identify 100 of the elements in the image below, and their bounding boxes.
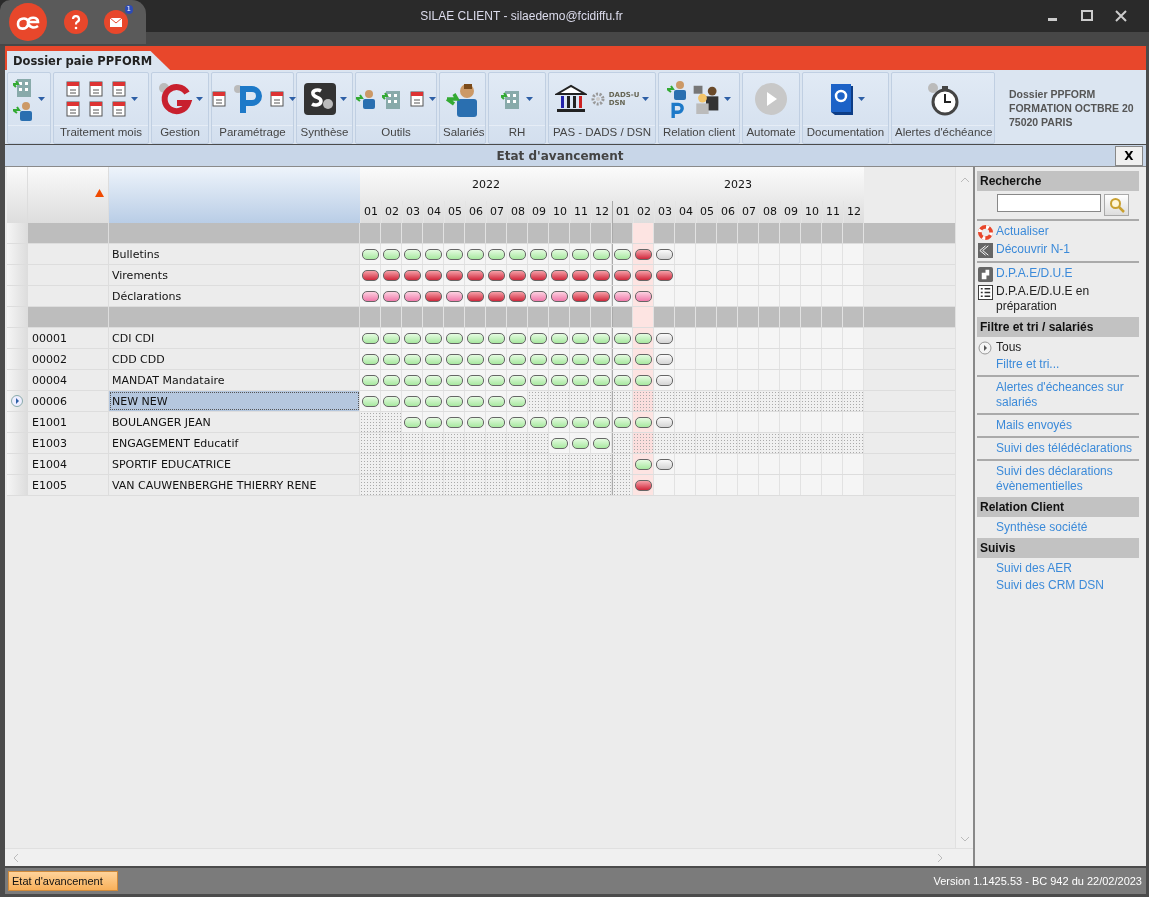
section-header[interactable]: Relation Client	[977, 497, 1139, 517]
gear-logo-icon	[302, 82, 337, 116]
ribbon-group-label: Relation client	[662, 126, 736, 138]
lifebuoy-icon	[977, 225, 993, 240]
ribbon-group[interactable]: Paramétrage	[211, 72, 294, 144]
section-header[interactable]: Recherche	[977, 171, 1139, 191]
ribbon-group-label: Synthèse	[300, 126, 349, 138]
people-icon	[691, 84, 721, 114]
ribbon-group-label: Salariés	[443, 126, 485, 138]
gear-icon	[590, 92, 605, 106]
section-header[interactable]: Suivis	[977, 538, 1139, 558]
ribbon-group[interactable]: Synthèse	[296, 72, 353, 144]
table-cell: 00006	[32, 394, 67, 408]
stopwatch-icon[interactable]	[926, 82, 960, 116]
ribbon-group[interactable]: Gestion	[151, 72, 209, 144]
document-icon	[267, 90, 286, 108]
mail-button[interactable]	[104, 10, 128, 34]
document-icon	[209, 90, 228, 108]
person-icon	[356, 88, 378, 110]
year-header: 2022	[471, 177, 501, 193]
table-cell: E1001	[32, 415, 67, 429]
person-icon	[13, 100, 35, 122]
ribbon-group-label: RH	[508, 126, 526, 138]
window-title: SILAE CLIENT - silaedemo@fcidiffu.fr	[419, 8, 624, 23]
ribbon-group-label: Automate	[746, 126, 796, 138]
caret-icon[interactable]	[857, 97, 865, 101]
help-button[interactable]	[64, 10, 88, 34]
current-row-icon	[11, 395, 23, 407]
close-icon[interactable]	[1115, 10, 1127, 22]
ribbon-group-label: PAS - DADS / DSN	[552, 126, 652, 138]
ribbon-group[interactable]: Outils	[355, 72, 437, 144]
ribbon-group-label: Gestion	[160, 126, 200, 138]
letter-logo-icon	[157, 81, 193, 117]
ribbon-group[interactable]: Documentation	[802, 72, 889, 144]
panel-title: Etat d'avancement	[495, 148, 625, 163]
corner-header	[7, 167, 28, 223]
caret-icon[interactable]	[196, 97, 203, 101]
list-icon	[977, 285, 993, 300]
sidebar-item[interactable]: D.P.A.E/D.U.E en préparation	[996, 284, 1139, 314]
table-cell: BOULANGER JEAN	[112, 415, 211, 429]
caret-icon[interactable]	[339, 97, 347, 101]
year-header: 2023	[723, 177, 753, 193]
table-cell: VAN CAUWENBERGHE THIERRY RENE	[112, 478, 317, 492]
table-cell: CDI CDI	[112, 331, 155, 345]
ribbon-group[interactable]	[7, 72, 51, 144]
document-icon	[110, 100, 128, 118]
maximize-icon[interactable]	[1081, 10, 1093, 22]
table-cell: E1004	[32, 457, 67, 471]
table-cell: CDD CDD	[112, 352, 165, 366]
table-cell: ENGAGEMENT Educatif	[112, 436, 239, 450]
document-icon	[408, 90, 426, 108]
close-button[interactable]: X	[1115, 145, 1143, 166]
status-tab[interactable]: Etat d'avancement	[8, 871, 118, 891]
ribbon-group[interactable]: Alertes d'échéance	[891, 72, 995, 144]
ribbon-group-label: Paramétrage	[219, 126, 286, 138]
ribbon-group-label: Outils	[381, 126, 411, 138]
puzzle-icon	[977, 267, 993, 282]
table-cell: 00004	[32, 373, 67, 387]
ribbon-group[interactable]: Automate	[742, 72, 800, 144]
caret-icon[interactable]	[429, 97, 436, 101]
company-info: Dossier PPFORM	[1009, 87, 1097, 101]
ribbon-group[interactable]: Salariés	[439, 72, 486, 144]
caret-icon[interactable]	[38, 97, 45, 101]
person-icon	[667, 79, 689, 101]
table-cell: NEW NEW	[112, 394, 168, 408]
company-info: 75020 PARIS	[1009, 115, 1074, 129]
caret-icon[interactable]	[642, 97, 650, 101]
letter-logo-icon	[231, 83, 264, 115]
caret-icon[interactable]	[131, 97, 138, 101]
caret-icon[interactable]	[288, 97, 296, 101]
document-tab[interactable]: Dossier paie PPFORM	[7, 51, 171, 70]
ribbon-group-label: Documentation	[806, 126, 885, 138]
ribbon-group[interactable]: Relation client	[658, 72, 740, 144]
app-logo-icon[interactable]	[8, 2, 48, 42]
document-icon	[87, 100, 105, 118]
table-cell: E1003	[32, 436, 67, 450]
ribbon-group[interactable]: RH	[488, 72, 546, 144]
document-icon	[64, 100, 82, 118]
search-field[interactable]	[997, 194, 1101, 212]
bank-icon	[554, 84, 587, 114]
company-info: FORMATION OCTBRE 20	[1009, 101, 1134, 115]
table-cell: Bulletins	[112, 247, 160, 261]
document-icon	[110, 80, 128, 98]
table-cell: Virements	[112, 268, 168, 282]
table-cell: 00002	[32, 352, 67, 366]
table-cell: E1005	[32, 478, 67, 492]
sort-ascending-icon[interactable]	[95, 189, 104, 197]
caret-icon[interactable]	[526, 97, 533, 101]
ribbon-group-label: Alertes d'échéance	[895, 126, 993, 138]
caret-icon[interactable]	[724, 97, 731, 101]
ribbon-group[interactable]: Traitement mois	[53, 72, 149, 144]
table-cell: Déclarations	[112, 289, 182, 303]
table-cell: MANDAT Mandataire	[112, 373, 225, 387]
version-text: Version 1.1425.53 - BC 942 du 22/02/2023	[933, 875, 1142, 887]
table-cell: 00001	[32, 331, 67, 345]
table-cell: SPORTIF EDUCATRICE	[112, 457, 231, 471]
document-icon	[64, 80, 82, 98]
sidebar-item[interactable]: Tous	[996, 340, 1022, 355]
section-header[interactable]: Filtre et tri / salariés	[977, 317, 1139, 337]
rewind-icon	[977, 243, 993, 258]
